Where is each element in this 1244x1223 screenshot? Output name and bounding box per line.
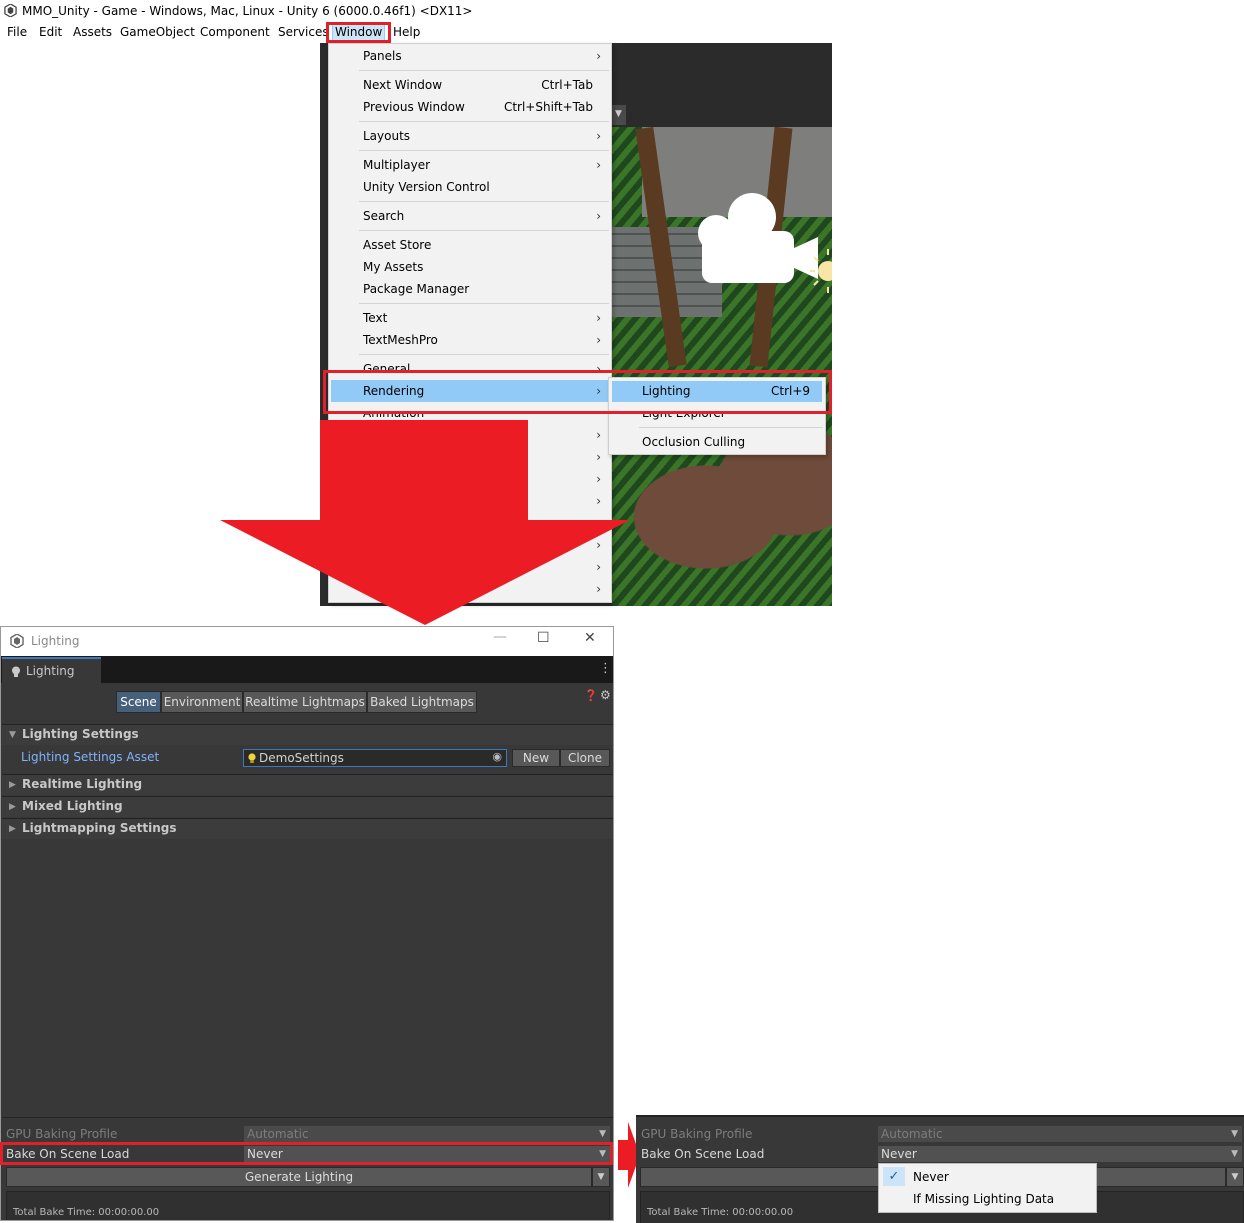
foldout-closed-icon: ▶ xyxy=(9,824,16,834)
lighting-settings-asset-label: Lighting Settings Asset xyxy=(21,750,160,764)
lighting-tab-strip: Lighting ⋮ xyxy=(1,656,613,683)
gpu-baking-profile-dropdown[interactable]: Automatic ▼ xyxy=(244,1126,610,1142)
lighting-window-titlebar: Lighting — ☐ ✕ xyxy=(1,627,613,656)
zoom-generate-options-dropdown[interactable]: ▼ xyxy=(1226,1167,1244,1187)
menu-item-my-assets[interactable]: My Assets xyxy=(363,260,423,274)
menu-component[interactable]: Component xyxy=(200,25,270,39)
section-realtime-lighting[interactable]: ▶ Realtime Lighting xyxy=(2,774,613,795)
menu-item-panels[interactable]: Panels xyxy=(363,49,402,63)
generate-options-dropdown[interactable]: ▼ xyxy=(592,1167,610,1187)
menu-item-text[interactable]: Text xyxy=(363,311,387,325)
menu-services[interactable]: Services xyxy=(278,25,329,39)
object-picker-icon[interactable]: ◉ xyxy=(492,750,502,763)
segment-environment[interactable]: Environment xyxy=(161,691,243,713)
zoom-bake-on-scene-load-label: Bake On Scene Load xyxy=(641,1147,765,1161)
unity-logo-icon xyxy=(4,4,17,17)
editor-menubar: File Edit Assets GameObject Component Se… xyxy=(0,22,1244,43)
zoom-gpu-baking-profile-label: GPU Baking Profile xyxy=(641,1127,753,1141)
chevron-right-icon: › xyxy=(596,158,601,172)
menu-file[interactable]: File xyxy=(7,25,27,39)
foldout-open-icon: ▼ xyxy=(9,730,16,740)
chevron-down-icon: ▼ xyxy=(1231,1129,1238,1139)
menu-help[interactable]: Help xyxy=(393,25,420,39)
tab-lighting-label: Lighting xyxy=(26,664,75,678)
chevron-down-icon: ▼ xyxy=(599,1129,606,1139)
kebab-menu-icon[interactable]: ⋮ xyxy=(599,661,612,676)
chevron-down-icon: ▼ xyxy=(1231,1149,1238,1159)
new-button[interactable]: New xyxy=(512,749,560,767)
maximize-icon[interactable]: ☐ xyxy=(537,630,550,646)
menu-item-unity-version-control[interactable]: Unity Version Control xyxy=(363,180,490,194)
gpu-baking-profile-label: GPU Baking Profile xyxy=(6,1127,118,1141)
menu-item-textmeshpro[interactable]: TextMeshPro xyxy=(363,333,438,347)
section-mixed-lighting[interactable]: ▶ Mixed Lighting xyxy=(2,796,613,817)
window-menu-highlight xyxy=(326,22,391,43)
generate-lighting-button[interactable]: Generate Lighting xyxy=(6,1167,592,1187)
section-lighting-settings[interactable]: ▼ Lighting Settings xyxy=(2,724,613,745)
menu-edit[interactable]: Edit xyxy=(39,25,62,39)
chevron-right-icon: › xyxy=(596,209,601,223)
menu-item-asset-store[interactable]: Asset Store xyxy=(363,238,431,252)
submenu-item-occlusion-culling[interactable]: Occlusion Culling xyxy=(642,435,745,449)
camera-gizmo-icon xyxy=(698,193,818,283)
tab-lighting[interactable]: Lighting xyxy=(2,657,101,683)
chevron-right-icon: › xyxy=(596,311,601,325)
bake-on-scene-load-popup: ✓ Never If Missing Lighting Data xyxy=(878,1163,1097,1213)
zoom-bake-on-scene-load-dropdown[interactable]: Never ▼ xyxy=(878,1146,1242,1162)
menu-item-previous-window[interactable]: Previous Window xyxy=(363,100,465,114)
lighting-window-title: Lighting xyxy=(31,634,80,648)
checkmark-icon: ✓ xyxy=(883,1167,905,1186)
zoom-gpu-baking-profile-dropdown[interactable]: Automatic ▼ xyxy=(878,1126,1242,1142)
option-never[interactable]: Never xyxy=(913,1170,949,1184)
gear-icon[interactable]: ⚙ xyxy=(600,688,611,702)
editor-title: MMO_Unity - Game - Windows, Mac, Linux -… xyxy=(22,4,473,18)
editor-title-bar: MMO_Unity - Game - Windows, Mac, Linux -… xyxy=(0,0,1244,22)
chevron-right-icon: › xyxy=(596,129,601,143)
chevron-right-icon: › xyxy=(596,333,601,347)
lighting-window: Lighting — ☐ ✕ Lighting ⋮ Scene Environm… xyxy=(0,626,614,1221)
menu-gameobject[interactable]: GameObject xyxy=(120,25,195,39)
section-lightmapping-settings[interactable]: ▶ Lightmapping Settings xyxy=(2,818,613,839)
menu-item-multiplayer[interactable]: Multiplayer xyxy=(363,158,430,172)
game-scene-render xyxy=(612,127,832,606)
foldout-closed-icon: ▶ xyxy=(9,802,16,812)
lighting-settings-asset-field[interactable]: DemoSettings ◉ xyxy=(243,749,507,767)
menu-item-next-window[interactable]: Next Window xyxy=(363,78,442,92)
total-bake-time: Total Bake Time: 00:00:00.00 xyxy=(13,1207,160,1218)
chevron-right-icon: › xyxy=(596,49,601,63)
lightbulb-icon xyxy=(248,753,256,763)
segment-baked-lightmaps[interactable]: Baked Lightmaps xyxy=(367,691,477,713)
zoom-total-bake-time: Total Bake Time: 00:00:00.00 xyxy=(647,1207,794,1218)
minimize-icon[interactable]: — xyxy=(493,629,507,645)
unity-logo-icon xyxy=(10,634,24,648)
menu-item-search[interactable]: Search xyxy=(363,209,404,223)
rendering-row-highlight xyxy=(323,370,832,414)
lighting-bottom-panel: GPU Baking Profile Automatic ▼ Bake On S… xyxy=(2,1117,613,1220)
bake-stats-box: Total Bake Time: 00:00:00.00 xyxy=(6,1191,610,1220)
chevron-down-icon: ▼ xyxy=(615,109,622,119)
menu-item-layouts[interactable]: Layouts xyxy=(363,129,410,143)
view-dropdown[interactable]: ▼ xyxy=(612,105,626,125)
segment-scene[interactable]: Scene xyxy=(116,691,161,713)
big-down-arrow-icon xyxy=(220,420,630,625)
shortcut-next-window: Ctrl+Tab xyxy=(541,78,593,92)
bake-on-scene-load-highlight xyxy=(0,1142,613,1165)
foldout-closed-icon: ▶ xyxy=(9,780,16,790)
shortcut-previous-window: Ctrl+Shift+Tab xyxy=(503,100,593,114)
sun-gizmo-icon xyxy=(810,249,832,293)
lightbulb-icon xyxy=(12,666,20,677)
clone-button[interactable]: Clone xyxy=(560,749,610,767)
menu-item-package-manager[interactable]: Package Manager xyxy=(363,282,469,296)
close-icon[interactable]: ✕ xyxy=(584,630,596,646)
help-icon[interactable]: ❓ xyxy=(584,689,598,702)
option-if-missing-lighting-data[interactable]: If Missing Lighting Data xyxy=(913,1192,1054,1206)
menu-assets[interactable]: Assets xyxy=(73,25,112,39)
segment-realtime-lightmaps[interactable]: Realtime Lightmaps xyxy=(243,691,367,713)
